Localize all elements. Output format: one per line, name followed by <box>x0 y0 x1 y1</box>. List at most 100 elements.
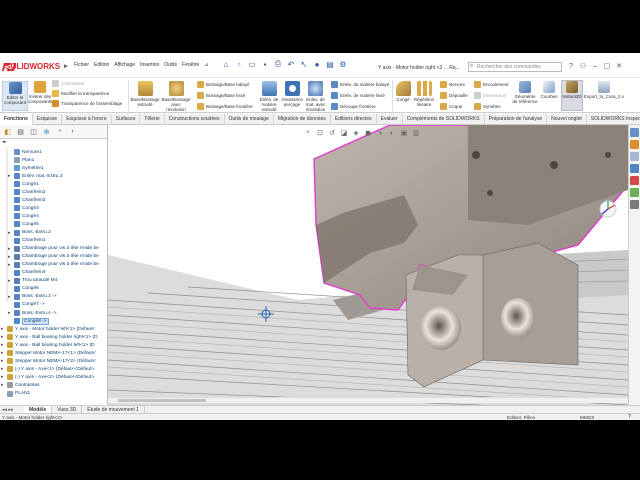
property-manager-tab-icon[interactable]: ▤ <box>15 126 26 137</box>
solidworks-resources-icon[interactable] <box>630 128 639 137</box>
ball-bearing-holder-side[interactable] <box>482 242 579 366</box>
new-document-icon[interactable]: ▫ <box>234 58 244 70</box>
shell-button[interactable]: Coque <box>440 103 462 110</box>
tab-evaluate[interactable]: Evaluer <box>377 114 403 125</box>
display-manager-tab-icon[interactable]: ◔ <box>54 126 65 137</box>
rebuild-icon[interactable]: ● <box>312 58 322 70</box>
tab-analysis-prep[interactable]: Préparation de l'analyse <box>485 114 548 125</box>
tree-item[interactable]: ▸ Y axis - Motor holder left<1> (Défaut< <box>1 325 95 333</box>
tab-inspection[interactable]: SOLIDWORKS Inspection <box>587 114 640 125</box>
tree-item[interactable]: ▸ Boss.-Extru.2 <box>8 229 51 237</box>
view-settings-icon[interactable]: ▥ <box>411 128 421 138</box>
status-units[interactable]: MMGS <box>580 415 594 420</box>
tree-item[interactable]: ▸ Y axis - Ball bearing holder right<1> (… <box>1 333 98 341</box>
tree-item[interactable]: ▸ (-) Y axis - Axe<1> (Défaut<<Défaut> <box>1 365 94 373</box>
expand-arrow-icon[interactable]: ▸ <box>1 326 6 332</box>
scrollbar-thumb[interactable] <box>118 399 206 402</box>
linear-pattern-button[interactable]: Répétition linéaire <box>412 81 436 107</box>
cut-sweep-button[interactable]: Enlèv. de matière balayé <box>331 81 389 88</box>
solidworks-logo[interactable]: SOLIDWORKS ▸ <box>3 59 68 73</box>
previous-view-icon[interactable]: ↺ <box>327 128 337 138</box>
select-icon[interactable]: ↖ <box>299 58 309 70</box>
hide-show-icon[interactable]: ◑ <box>375 128 385 138</box>
help-icon[interactable]: ? <box>566 60 576 72</box>
cut-loft-button[interactable]: Enlèv. de matière lissé <box>331 92 385 99</box>
mirror-button[interactable]: Symétrie <box>474 103 501 110</box>
tab-direct-editing[interactable]: Editions directes <box>331 114 377 125</box>
boss-revolve-button[interactable]: Base/Bossage avec révolution <box>161 81 191 112</box>
custom-properties-icon[interactable] <box>630 188 639 197</box>
boss-loft-button[interactable]: Bossage/Base lissé <box>197 92 245 99</box>
tree-item[interactable]: Symétrie1 <box>8 164 44 172</box>
file-properties-icon[interactable]: ▤ <box>325 58 335 70</box>
cut-extrude-button[interactable]: Enlèv. de matière extrudé <box>256 81 282 112</box>
expand-arrow-icon[interactable]: ▸ <box>8 173 13 179</box>
expand-arrow-icon[interactable]: › <box>67 126 78 137</box>
filter-icon[interactable]: ⏷ <box>2 140 7 147</box>
tree-item[interactable]: PLAN1 <box>1 390 30 398</box>
cut-boundary-button[interactable]: Découpe frontière <box>331 103 376 110</box>
close-button[interactable]: ✕ <box>614 60 624 72</box>
menu-insert[interactable]: Insertion <box>140 62 159 68</box>
save-icon[interactable]: ▪ <box>260 58 270 70</box>
scene-icon[interactable]: ▣ <box>399 128 409 138</box>
edit-appearance-icon[interactable]: ◐ <box>387 128 397 138</box>
tree-item[interactable]: Congé4 <box>8 212 39 220</box>
expand-arrow-icon[interactable]: ▸ <box>8 254 13 260</box>
tree-item[interactable]: Chanfrein1 <box>8 237 45 245</box>
tab-navigation-arrows-icon[interactable]: ◂◂ ▸▸ <box>0 407 24 413</box>
assembly-transparency-button[interactable]: Transparence de l'assemblage <box>52 100 122 107</box>
expand-arrow-icon[interactable]: ▸ <box>1 334 6 340</box>
graphics-viewport[interactable]: ⌕ ⊡ ↺ ◪ ◈ ◼ ◑ ◐ ▣ ▥ <box>108 125 628 407</box>
view-palette-icon[interactable] <box>630 164 639 173</box>
tab-mold-tools[interactable]: Outils de moulage <box>225 114 274 125</box>
tree-item[interactable]: Chanfrein4 <box>8 269 45 277</box>
3d-model-view[interactable] <box>108 125 628 407</box>
tab-features[interactable]: Fonctions <box>0 114 33 125</box>
view-orientation-triad-icon[interactable] <box>599 200 617 218</box>
wrap-button[interactable]: Enroulement <box>474 81 509 88</box>
tab-sketch[interactable]: Esquisse <box>33 114 63 125</box>
tree-item[interactable]: ▸ Trou taraudé M4 <box>8 277 57 285</box>
boss-boundary-button[interactable]: Bossage/Base frontière <box>197 103 253 110</box>
dimxpert-tab-icon[interactable]: ⊕ <box>41 126 52 137</box>
design-library-icon[interactable] <box>630 140 639 149</box>
expand-arrow-icon[interactable]: ▸ <box>8 262 13 268</box>
open-folder-icon[interactable]: ▭ <box>247 58 257 70</box>
tree-item[interactable]: Plan1 <box>8 156 34 164</box>
horizontal-scrollbar[interactable] <box>108 397 628 403</box>
tree-item[interactable]: Congé7 -> <box>8 301 45 309</box>
tree-item[interactable]: ▸ Boss.-Extru.3 -> <box>8 293 57 301</box>
undo-icon[interactable]: ↶ <box>286 58 296 70</box>
tree-item[interactable]: ▸ Enlèv. mat.-Extru.3 <box>8 172 62 180</box>
tree-item[interactable]: ▸ Stepper Motor NEMA-17<2> (Défaut< <box>1 357 96 365</box>
tab-new[interactable]: Nouvel onglet <box>547 114 587 125</box>
view-orientation-icon[interactable]: ◈ <box>351 128 361 138</box>
expand-arrow-icon[interactable]: ▸ <box>8 230 13 236</box>
minimize-button[interactable]: – <box>590 60 600 72</box>
edit-component-button[interactable]: Editer le composant <box>2 81 28 111</box>
pin-icon[interactable]: ⊿ <box>204 62 208 68</box>
tab-sketch-ink[interactable]: Esquisse à l'encre <box>62 114 112 125</box>
options-icon[interactable]: ⚙ <box>338 58 348 70</box>
expand-arrow-icon[interactable]: ▸ <box>1 382 6 388</box>
tree-item[interactable]: Congé3 <box>8 204 39 212</box>
section-view-icon[interactable]: ◪ <box>339 128 349 138</box>
tree-item[interactable]: Chanfrein3 <box>8 196 45 204</box>
boss-extrude-button[interactable]: Base/Bossage extrudé <box>130 81 160 107</box>
expand-arrow-icon[interactable]: ▸ <box>8 246 13 252</box>
boss-sweep-button[interactable]: Bossage/Base balayé <box>197 81 250 88</box>
curves-button[interactable]: Courbes <box>538 81 560 99</box>
print-icon[interactable]: ⎙ <box>273 58 283 70</box>
export-to-cura-button[interactable]: Export_to_Cura_2.x <box>584 81 624 99</box>
tree-item[interactable]: ▸ Y axis - Ball bearing holder left<1> (D <box>1 341 95 349</box>
tree-item[interactable]: ▸ Stepper Motor NEMA-17<1> (Défaut< <box>1 349 96 357</box>
tree-item[interactable]: ▸ Chambrage pour vis à tête rrnide be <box>8 261 99 269</box>
restore-button[interactable]: ▢ <box>602 60 612 72</box>
menu-tools[interactable]: Outils <box>164 62 177 68</box>
tab-sheet-metal[interactable]: Tôlerie <box>140 114 165 125</box>
tab-data-migration[interactable]: Migration de données <box>274 114 331 125</box>
tree-item[interactable]: Congé5 <box>8 220 39 228</box>
expand-arrow-icon[interactable]: ▸ <box>1 342 6 348</box>
tree-item[interactable]: Congé1 <box>8 180 39 188</box>
